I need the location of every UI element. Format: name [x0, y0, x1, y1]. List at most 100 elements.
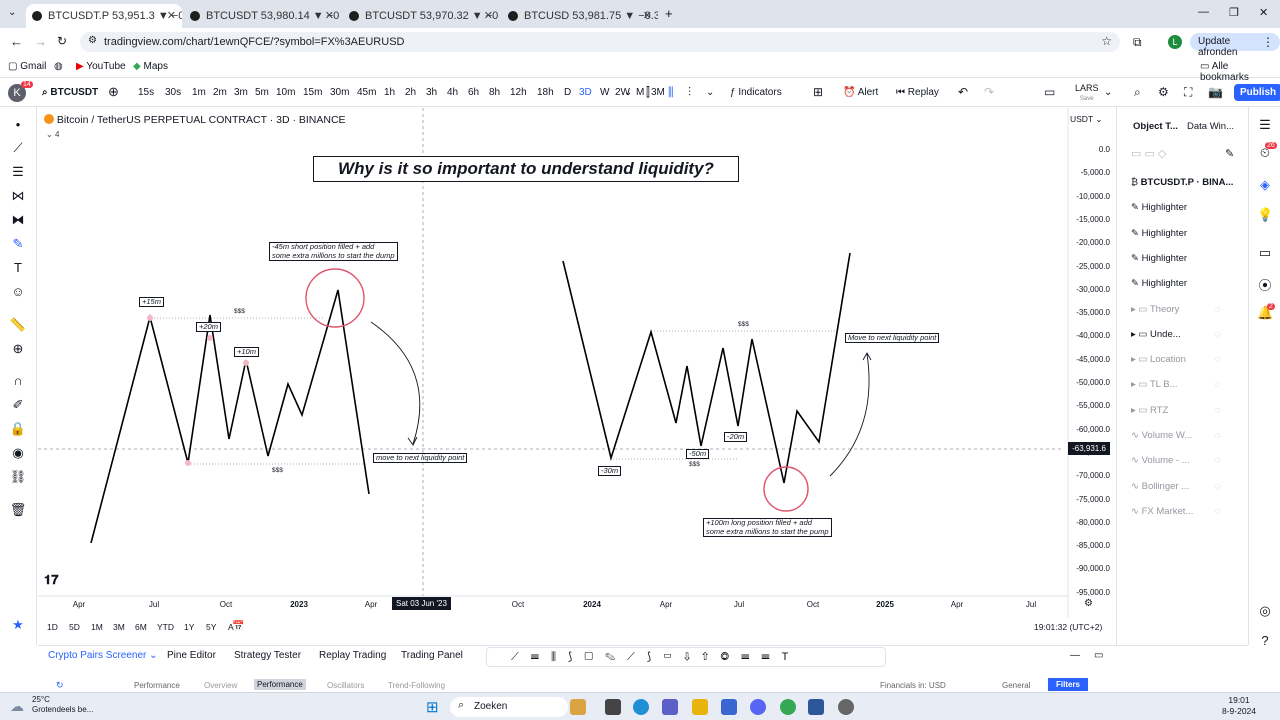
- eye-icon[interactable]: ◌: [1215, 329, 1221, 340]
- tab-crypto-screener[interactable]: Crypto Pairs Screener ⌄: [48, 650, 158, 661]
- zoom-icon[interactable]: ⊕: [9, 341, 27, 357]
- range-5D[interactable]: 5D: [69, 622, 80, 632]
- browser-tab-1[interactable]: BTCUSDT.P 53,951.3 ▼ −0.34%✕: [26, 4, 182, 28]
- note-minus50[interactable]: -50m: [686, 449, 710, 459]
- filters-button[interactable]: Filters: [1048, 678, 1089, 691]
- eye-icon[interactable]: ◌: [1215, 481, 1221, 492]
- tab-trading-panel[interactable]: Trading Panel: [401, 650, 463, 661]
- bookmark-star-icon[interactable]: ☆: [1101, 34, 1112, 48]
- explorer-icon[interactable]: [692, 699, 708, 715]
- interval-W[interactable]: W: [600, 87, 609, 98]
- filter-performance[interactable]: Performance: [134, 681, 180, 690]
- interval-12h[interactable]: 12h: [510, 87, 527, 98]
- layout-select-icon[interactable]: ▭: [1044, 85, 1055, 99]
- ideas-icon[interactable]: 💡: [1257, 207, 1273, 223]
- interval-2m[interactable]: 2m: [213, 87, 227, 98]
- interval-10m[interactable]: 10m: [276, 87, 295, 98]
- symbol-search[interactable]: ⌕ BTCUSDT: [42, 87, 98, 98]
- object-item[interactable]: ✎ Highlighter: [1131, 278, 1187, 298]
- layers-icon[interactable]: ◈: [1257, 177, 1273, 193]
- back-icon[interactable]: ←: [10, 34, 23, 49]
- chrome-icon[interactable]: [780, 699, 796, 715]
- tab-list-icon[interactable]: ⌄: [8, 7, 16, 18]
- filter-performance-active[interactable]: Performance: [254, 679, 306, 690]
- emoji-icon[interactable]: ☺: [9, 284, 27, 300]
- magnet-icon[interactable]: ∩: [9, 373, 27, 389]
- note-long-position[interactable]: +100m long position filled + add some ext…: [703, 518, 832, 537]
- site-info-icon[interactable]: ⚙: [88, 35, 97, 46]
- range-3M[interactable]: 3M: [113, 622, 125, 632]
- minimize-panel-icon[interactable]: —: [1070, 650, 1080, 661]
- close-icon[interactable]: ✕: [167, 9, 176, 22]
- browser-tab-3[interactable]: BTCUSDT 53,970.32 ▼ −0.35%✕: [343, 4, 499, 28]
- object-item[interactable]: ▸ ▭ Theory ◌: [1131, 304, 1221, 324]
- close-icon[interactable]: ✕: [484, 9, 493, 22]
- close-icon[interactable]: ✕: [325, 9, 334, 22]
- tab-strategy-tester[interactable]: Strategy Tester: [234, 650, 301, 661]
- bookmark-gmail[interactable]: ▢ Gmail: [8, 61, 46, 72]
- interval-D[interactable]: D: [564, 87, 571, 98]
- lock-drawing-icon[interactable]: ✐: [9, 397, 27, 413]
- refresh-icon[interactable]: ↻: [56, 680, 64, 691]
- interval-18h[interactable]: 18h: [537, 87, 554, 98]
- app-icon[interactable]: [838, 699, 854, 715]
- compare-icon[interactable]: ⊕: [108, 84, 119, 100]
- range-1Y[interactable]: 1Y: [184, 622, 194, 632]
- eye-icon[interactable]: ◌: [1215, 379, 1221, 390]
- undo-icon[interactable]: ↶: [958, 85, 968, 99]
- note-plus15[interactable]: +15m: [139, 297, 164, 307]
- pattern-icon[interactable]: ⋈: [9, 188, 27, 204]
- chart-type-icon[interactable]: ⫶: [688, 85, 691, 100]
- app-icon[interactable]: [570, 699, 586, 715]
- replay-button[interactable]: ⏮ Replay: [896, 87, 939, 98]
- close-icon[interactable]: ✕: [643, 9, 652, 22]
- interval-3m[interactable]: 3m: [234, 87, 248, 98]
- interval-3h[interactable]: 3h: [426, 87, 437, 98]
- new-tab-icon[interactable]: +: [665, 6, 673, 21]
- reload-icon[interactable]: ↻: [57, 34, 67, 48]
- fullscreen-icon[interactable]: ⛶: [1184, 85, 1192, 100]
- interval-M[interactable]: M: [636, 87, 644, 98]
- minimize-icon[interactable]: —: [1198, 6, 1209, 18]
- object-item[interactable]: ▸ ▭ TL B... ◌: [1131, 379, 1221, 399]
- chart-pane[interactable]: Bitcoin / TetherUS PERPETUAL CONTRACT · …: [38, 108, 1114, 618]
- axis-settings-icon[interactable]: ⚙: [1084, 598, 1093, 609]
- tab-data-window[interactable]: Data Win...: [1187, 121, 1234, 132]
- url-input[interactable]: ⚙ tradingview.com/chart/1ewnQFCE/?symbol…: [80, 32, 1120, 52]
- eye-icon[interactable]: ◌: [1215, 304, 1221, 315]
- ruler-icon[interactable]: 📏: [9, 317, 27, 333]
- object-item[interactable]: ▸ ▭ Unde... ◌: [1131, 329, 1221, 349]
- interval-30s[interactable]: 30s: [165, 87, 181, 98]
- interval-1m[interactable]: 1m: [192, 87, 206, 98]
- maximize-panel-icon[interactable]: ▭: [1094, 650, 1103, 661]
- settings-gear-icon[interactable]: ⚙: [1158, 85, 1169, 99]
- app-icon[interactable]: [721, 699, 737, 715]
- object-item[interactable]: ∿ Bollinger ... ◌: [1131, 481, 1221, 501]
- filter-oscillators[interactable]: Oscillators: [327, 681, 364, 690]
- candle-icon[interactable]: ⫼: [668, 85, 674, 100]
- layout-dropdown-icon[interactable]: ⌄: [1104, 87, 1112, 98]
- window-close-icon[interactable]: ✕: [1259, 6, 1268, 19]
- profile-avatar[interactable]: L: [1168, 35, 1182, 49]
- object-item[interactable]: ✎ Highlighter: [1131, 202, 1187, 222]
- interval-15m[interactable]: 15m: [303, 87, 322, 98]
- signal-icon[interactable]: ⦿: [1257, 275, 1273, 293]
- object-item[interactable]: ▸ ▭ RTZ ◌: [1131, 405, 1221, 425]
- tab-pine-editor[interactable]: Pine Editor: [167, 650, 216, 661]
- restore-icon[interactable]: ❐: [1229, 6, 1239, 19]
- bookmark-maps[interactable]: ◆ Maps: [133, 61, 168, 72]
- object-item[interactable]: ∿ FX Market... ◌: [1131, 506, 1221, 526]
- range-1M[interactable]: 1M: [91, 622, 103, 632]
- note-short-position[interactable]: -45m short position filled + add some ext…: [269, 242, 398, 261]
- chart-type-dropdown-icon[interactable]: ⌄: [706, 87, 714, 98]
- prediction-icon[interactable]: ⧓: [9, 212, 27, 228]
- word-icon[interactable]: [808, 699, 824, 715]
- extensions-icon[interactable]: ⧉: [1133, 35, 1142, 50]
- star-icon[interactable]: ★: [9, 617, 27, 633]
- cursor-dot-icon[interactable]: •: [9, 117, 27, 133]
- teams-icon[interactable]: [662, 699, 678, 715]
- discord-icon[interactable]: [750, 699, 766, 715]
- drawing-tools-icons[interactable]: ⟋☰⫼⟆▢✎⟋⟆▭⇩⇧◎☰☰T: [511, 650, 800, 664]
- note-move-left[interactable]: move to next liquidity point: [373, 453, 468, 463]
- layouts-icon[interactable]: ⊞: [813, 85, 823, 99]
